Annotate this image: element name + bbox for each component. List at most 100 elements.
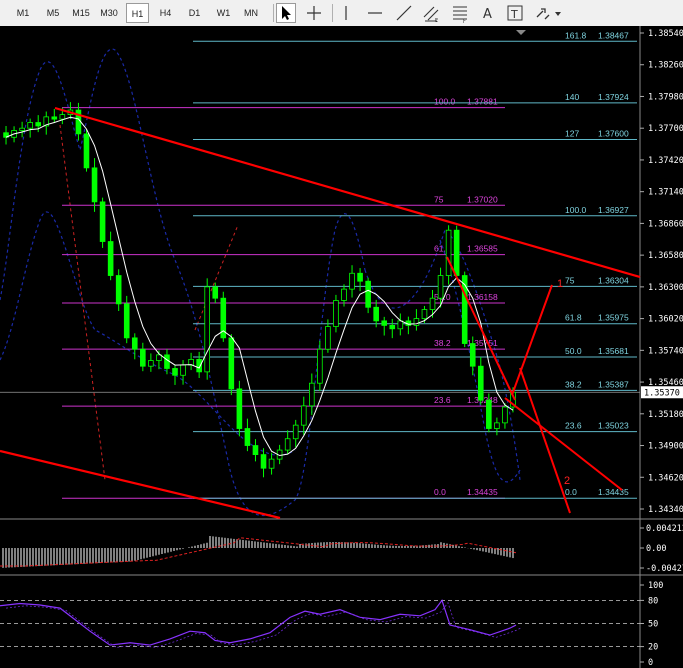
candle-body	[83, 133, 90, 169]
candle-body	[461, 275, 468, 344]
macd-tick-label: 0.004212	[646, 524, 683, 534]
fibonacci-level-label: 61.8	[565, 313, 582, 323]
price-tick-label: 1.37980	[648, 92, 683, 102]
fibonacci-level-label: 100.0	[565, 205, 587, 215]
equidistant-channel-icon[interactable]: E	[422, 3, 442, 24]
fibonacci-level-label: 0.0	[434, 487, 446, 497]
candle-body	[292, 424, 299, 440]
fibonacci-level-label: 38.2	[434, 338, 451, 348]
price-tick-label: 1.36020	[648, 315, 683, 325]
text-icon[interactable]: A	[478, 3, 498, 23]
candle-body	[123, 303, 130, 339]
candle-body	[381, 320, 388, 326]
candle-body	[325, 326, 331, 350]
candle-body	[131, 337, 138, 350]
candle-body	[204, 286, 210, 373]
horizontal-line-icon[interactable]	[365, 3, 385, 23]
candle-body	[91, 167, 98, 203]
candle-body	[421, 309, 428, 319]
macd-tick-label: 0.00	[646, 544, 666, 554]
stoch-tick-label: 80	[648, 596, 658, 606]
price-tick-label: 1.37700	[648, 124, 683, 134]
candle-body	[252, 445, 259, 455]
timeframe-m15-button[interactable]: M15	[68, 3, 94, 23]
toolbar-separator	[332, 4, 333, 22]
timeframe-w1-button[interactable]: W1	[212, 3, 235, 23]
candle-body	[228, 337, 235, 390]
arrows-icon[interactable]	[533, 3, 563, 23]
candle-body	[35, 122, 42, 127]
svg-text:E: E	[435, 18, 438, 23]
trendline-icon[interactable]	[394, 3, 414, 23]
candle-body	[502, 406, 508, 424]
timeframe-h4-button[interactable]: H4	[154, 3, 177, 23]
timeframe-mn-button[interactable]: MN	[238, 3, 264, 23]
fibonacci-price-label: 1.38467	[598, 30, 629, 40]
crosshair-icon[interactable]	[304, 3, 324, 23]
stoch-tick-label: 20	[648, 643, 658, 653]
price-tick-label: 1.37420	[648, 156, 683, 166]
fibonacci-retracement-icon[interactable]: F	[450, 3, 470, 25]
timeframe-m30-button[interactable]: M30	[96, 3, 122, 23]
price-tick-label: 1.38260	[648, 61, 683, 71]
candle-body	[148, 360, 154, 367]
stoch-tick-label: 0	[648, 658, 653, 668]
candle-body	[59, 114, 66, 120]
candle-body	[341, 288, 347, 301]
candle-body	[172, 368, 178, 376]
fibonacci-level-label: 0.0	[565, 487, 577, 497]
fibonacci-level-label: 75	[434, 194, 444, 204]
fibonacci-level-label: 23.6	[565, 421, 582, 431]
timeframe-h1-button[interactable]: H1	[126, 3, 149, 23]
candle-body	[469, 343, 476, 367]
price-tick-label: 1.36300	[648, 283, 683, 293]
text-label-icon[interactable]: T	[505, 3, 525, 23]
candle-body	[180, 364, 186, 376]
candle-body	[260, 454, 267, 469]
candle-body	[268, 458, 275, 469]
candle-body	[212, 286, 219, 299]
wave-label-2: 2	[564, 475, 570, 487]
timeframe-d1-button[interactable]: D1	[183, 3, 206, 23]
fibonacci-level-label: 127	[565, 129, 579, 139]
candle-body	[51, 116, 58, 120]
candle-body	[494, 422, 500, 429]
candle-body	[365, 280, 371, 308]
cursor-icon[interactable]	[276, 3, 296, 23]
timeframe-m5-button[interactable]: M5	[40, 3, 66, 23]
price-tick-label: 1.34900	[648, 442, 683, 452]
fibonacci-price-label: 1.36304	[598, 275, 629, 285]
svg-text:F: F	[463, 19, 466, 23]
fibonacci-price-label: 1.35681	[598, 346, 629, 356]
fibonacci-level-label: 100.0	[434, 97, 456, 107]
candle-body	[333, 300, 339, 327]
candle-body	[477, 365, 484, 401]
candle-body	[309, 382, 315, 407]
fibonacci-level-label: 23.6	[434, 395, 451, 405]
macd-tick-label: -0.00427	[646, 564, 683, 574]
fibonacci-price-label: 1.35387	[598, 379, 629, 389]
candle-body	[115, 275, 122, 305]
price-tick-label: 1.35180	[648, 410, 683, 420]
timeframe-m1-button[interactable]: M1	[10, 3, 36, 23]
current-price-label: 1.35370	[644, 388, 680, 398]
fibonacci-level-label: 50.0	[565, 346, 582, 356]
fibonacci-price-label: 1.35975	[598, 313, 629, 323]
fibonacci-price-label: 1.37881	[467, 97, 498, 107]
candle-body	[437, 275, 444, 299]
candle-body	[389, 324, 396, 330]
chart-area[interactable]: 1.38540 1.38260 1.37980 1.37700 1.37420 1.371…	[0, 26, 683, 668]
vertical-line-icon[interactable]	[336, 3, 356, 23]
candle-body	[140, 348, 146, 367]
fibonacci-level-label: 140	[565, 92, 579, 102]
price-tick-label: 1.38540	[648, 29, 683, 39]
candle-body	[107, 241, 114, 276]
candle-body	[453, 229, 460, 276]
fibonacci-price-label: 1.37924	[598, 92, 629, 102]
candle-body	[164, 354, 170, 369]
fibonacci-price-label: 1.34435	[598, 487, 629, 497]
fibonacci-level-label: 75	[565, 275, 575, 285]
fibonacci-price-label: 1.37020	[467, 194, 498, 204]
candle-body	[445, 229, 452, 276]
price-tick-label: 1.35740	[648, 346, 683, 356]
